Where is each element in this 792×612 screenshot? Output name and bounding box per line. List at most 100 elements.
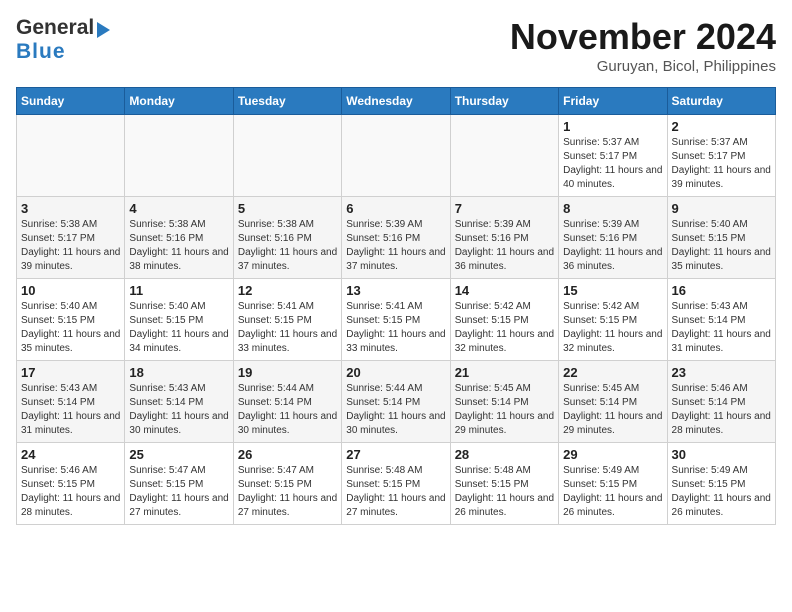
header-sunday: Sunday <box>17 88 125 115</box>
day-number: 9 <box>672 201 771 216</box>
day-number: 20 <box>346 365 445 380</box>
calendar-week-3: 10 Sunrise: 5:40 AMSunset: 5:15 PMDayligh… <box>17 279 776 361</box>
cell-info: Sunrise: 5:49 AMSunset: 5:15 PMDaylight:… <box>563 465 662 518</box>
calendar-cell: 12Sunrise: 5:41 AMSunset: 5:15 PMDayligh… <box>233 279 341 361</box>
logo-blue: Blue <box>16 40 66 63</box>
cell-info: Sunrise: 5:39 AMSunset: 5:16 PMDaylight:… <box>563 219 662 272</box>
day-number: 10 <box>21 283 120 298</box>
calendar-cell: 11 Sunrise: 5:40 AMSunset: 5:15 PMDayligh… <box>125 279 233 361</box>
header-tuesday: Tuesday <box>233 88 341 115</box>
cell-info: Sunrise: 5:38 AMSunset: 5:17 PMDaylight:… <box>21 219 120 272</box>
calendar-cell <box>17 115 125 197</box>
calendar-cell: 26 Sunrise: 5:47 AMSunset: 5:15 PMDayligh… <box>233 443 341 525</box>
cell-info: Sunrise: 5:40 AMSunset: 5:15 PMDaylight:… <box>129 301 228 354</box>
calendar-week-5: 24Sunrise: 5:46 AMSunset: 5:15 PMDayligh… <box>17 443 776 525</box>
day-number: 18 <box>129 365 228 380</box>
day-number: 23 <box>672 365 771 380</box>
month-title: November 2024 <box>510 16 776 58</box>
calendar-cell: 14Sunrise: 5:42 AMSunset: 5:15 PMDayligh… <box>450 279 558 361</box>
calendar-cell: 27 Sunrise: 5:48 AMSunset: 5:15 PMDayligh… <box>342 443 450 525</box>
day-number: 4 <box>129 201 228 216</box>
calendar-week-4: 17 Sunrise: 5:43 AMSunset: 5:14 PMDayligh… <box>17 361 776 443</box>
cell-info: Sunrise: 5:37 AMSunset: 5:17 PMDaylight:… <box>563 137 662 190</box>
cell-info: Sunrise: 5:44 AMSunset: 5:14 PMDaylight:… <box>346 383 445 436</box>
day-number: 5 <box>238 201 337 216</box>
cell-info: Sunrise: 5:39 AMSunset: 5:16 PMDaylight:… <box>455 219 554 272</box>
day-number: 2 <box>672 119 771 134</box>
cell-info: Sunrise: 5:44 AMSunset: 5:14 PMDaylight:… <box>238 383 337 436</box>
calendar-cell: 2Sunrise: 5:37 AMSunset: 5:17 PMDaylight… <box>667 115 775 197</box>
cell-info: Sunrise: 5:47 AMSunset: 5:15 PMDaylight:… <box>129 465 228 518</box>
day-number: 11 <box>129 283 228 298</box>
header-monday: Monday <box>125 88 233 115</box>
calendar-cell: 21Sunrise: 5:45 AMSunset: 5:14 PMDayligh… <box>450 361 558 443</box>
day-number: 26 <box>238 447 337 462</box>
calendar-table: Sunday Monday Tuesday Wednesday Thursday… <box>16 87 776 525</box>
day-number: 6 <box>346 201 445 216</box>
cell-info: Sunrise: 5:38 AMSunset: 5:16 PMDaylight:… <box>238 219 337 272</box>
calendar-cell: 20 Sunrise: 5:44 AMSunset: 5:14 PMDayligh… <box>342 361 450 443</box>
calendar-cell: 4 Sunrise: 5:38 AMSunset: 5:16 PMDaylight… <box>125 197 233 279</box>
header-friday: Friday <box>559 88 667 115</box>
logo-general: General <box>16 16 94 40</box>
calendar-cell <box>125 115 233 197</box>
calendar-cell: 8 Sunrise: 5:39 AMSunset: 5:16 PMDaylight… <box>559 197 667 279</box>
cell-info: Sunrise: 5:47 AMSunset: 5:15 PMDaylight:… <box>238 465 337 518</box>
page-header: General Blue November 2024 Guruyan, Bico… <box>16 16 776 75</box>
cell-info: Sunrise: 5:48 AMSunset: 5:15 PMDaylight:… <box>346 465 445 518</box>
header-thursday: Thursday <box>450 88 558 115</box>
cell-info: Sunrise: 5:45 AMSunset: 5:14 PMDaylight:… <box>455 383 554 436</box>
calendar-cell <box>233 115 341 197</box>
calendar-page: General Blue November 2024 Guruyan, Bico… <box>0 0 792 541</box>
cell-info: Sunrise: 5:38 AMSunset: 5:16 PMDaylight:… <box>129 219 228 272</box>
location-subtitle: Guruyan, Bicol, Philippines <box>510 58 776 75</box>
calendar-cell: 18 Sunrise: 5:43 AMSunset: 5:14 PMDayligh… <box>125 361 233 443</box>
calendar-cell <box>342 115 450 197</box>
cell-info: Sunrise: 5:43 AMSunset: 5:14 PMDaylight:… <box>21 383 120 436</box>
header-wednesday: Wednesday <box>342 88 450 115</box>
day-number: 17 <box>21 365 120 380</box>
day-number: 29 <box>563 447 662 462</box>
calendar-week-2: 3 Sunrise: 5:38 AMSunset: 5:17 PMDaylight… <box>17 197 776 279</box>
cell-info: Sunrise: 5:41 AMSunset: 5:15 PMDaylight:… <box>346 301 445 354</box>
day-number: 8 <box>563 201 662 216</box>
calendar-cell: 19 Sunrise: 5:44 AMSunset: 5:14 PMDayligh… <box>233 361 341 443</box>
day-number: 28 <box>455 447 554 462</box>
calendar-week-1: 1Sunrise: 5:37 AMSunset: 5:17 PMDaylight… <box>17 115 776 197</box>
cell-info: Sunrise: 5:45 AMSunset: 5:14 PMDaylight:… <box>563 383 662 436</box>
cell-info: Sunrise: 5:42 AMSunset: 5:15 PMDaylight:… <box>455 301 554 354</box>
cell-info: Sunrise: 5:48 AMSunset: 5:15 PMDaylight:… <box>455 465 554 518</box>
calendar-cell: 7 Sunrise: 5:39 AMSunset: 5:16 PMDaylight… <box>450 197 558 279</box>
calendar-cell: 28 Sunrise: 5:48 AMSunset: 5:15 PMDayligh… <box>450 443 558 525</box>
day-number: 3 <box>21 201 120 216</box>
day-number: 25 <box>129 447 228 462</box>
calendar-cell: 30Sunrise: 5:49 AMSunset: 5:15 PMDayligh… <box>667 443 775 525</box>
calendar-cell: 13Sunrise: 5:41 AMSunset: 5:15 PMDayligh… <box>342 279 450 361</box>
day-number: 19 <box>238 365 337 380</box>
cell-info: Sunrise: 5:43 AMSunset: 5:14 PMDaylight:… <box>672 301 771 354</box>
day-number: 27 <box>346 447 445 462</box>
calendar-cell: 15Sunrise: 5:42 AMSunset: 5:15 PMDayligh… <box>559 279 667 361</box>
calendar-cell: 23Sunrise: 5:46 AMSunset: 5:14 PMDayligh… <box>667 361 775 443</box>
calendar-cell: 1Sunrise: 5:37 AMSunset: 5:17 PMDaylight… <box>559 115 667 197</box>
header-saturday: Saturday <box>667 88 775 115</box>
calendar-cell: 22 Sunrise: 5:45 AMSunset: 5:14 PMDayligh… <box>559 361 667 443</box>
calendar-cell: 16 Sunrise: 5:43 AMSunset: 5:14 PMDayligh… <box>667 279 775 361</box>
calendar-cell: 5 Sunrise: 5:38 AMSunset: 5:16 PMDaylight… <box>233 197 341 279</box>
calendar-cell: 29 Sunrise: 5:49 AMSunset: 5:15 PMDayligh… <box>559 443 667 525</box>
cell-info: Sunrise: 5:39 AMSunset: 5:16 PMDaylight:… <box>346 219 445 272</box>
logo-arrow-icon <box>97 22 110 38</box>
day-number: 30 <box>672 447 771 462</box>
cell-info: Sunrise: 5:40 AMSunset: 5:15 PMDaylight:… <box>21 301 120 354</box>
calendar-cell <box>450 115 558 197</box>
day-number: 22 <box>563 365 662 380</box>
calendar-cell: 10 Sunrise: 5:40 AMSunset: 5:15 PMDayligh… <box>17 279 125 361</box>
cell-info: Sunrise: 5:43 AMSunset: 5:14 PMDaylight:… <box>129 383 228 436</box>
calendar-cell: 6 Sunrise: 5:39 AMSunset: 5:16 PMDaylight… <box>342 197 450 279</box>
day-number: 7 <box>455 201 554 216</box>
day-number: 16 <box>672 283 771 298</box>
calendar-cell: 25 Sunrise: 5:47 AMSunset: 5:15 PMDayligh… <box>125 443 233 525</box>
calendar-cell: 9Sunrise: 5:40 AMSunset: 5:15 PMDaylight… <box>667 197 775 279</box>
calendar-cell: 3 Sunrise: 5:38 AMSunset: 5:17 PMDaylight… <box>17 197 125 279</box>
calendar-cell: 24Sunrise: 5:46 AMSunset: 5:15 PMDayligh… <box>17 443 125 525</box>
